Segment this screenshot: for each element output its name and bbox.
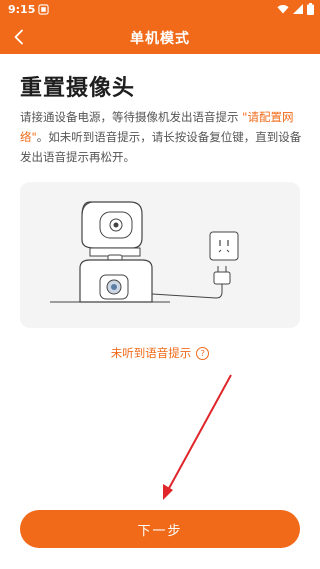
instruction-part-1: 请接通设备电源，等待摄像机发出语音提示 — [20, 110, 243, 124]
section-heading: 重置摄像头 — [20, 76, 136, 101]
status-bar: 9:15 — [0, 0, 320, 20]
app-header: 单机模式 — [0, 20, 320, 54]
battery-icon — [307, 3, 314, 15]
page-title: 单机模式 — [130, 31, 190, 47]
signal-icon — [293, 4, 303, 14]
next-button[interactable]: 下一步 — [20, 510, 300, 548]
camera-illustration-graphic — [50, 201, 239, 303]
camera-reset-illustration — [20, 182, 300, 328]
instruction-part-2: 。如未听到语音提示，请长按设备复位键，直到设备发出语音提示再松开。 — [20, 130, 302, 164]
no-voice-prompt-link[interactable]: 未听到语音提示 ? — [0, 345, 320, 361]
question-circle-icon: ? — [196, 346, 210, 360]
wifi-icon — [277, 5, 289, 14]
notification-icon — [38, 4, 49, 15]
camera-icon — [79, 201, 153, 303]
help-link-label: 未听到语音提示 — [110, 346, 192, 360]
status-time: 9:15 — [8, 3, 36, 16]
power-plug-icon — [151, 266, 231, 299]
instruction-text: 请接通设备电源，等待摄像机发出语音提示 "请配置网络"。如未听到语音提示，请长按… — [20, 107, 306, 167]
power-socket-icon — [209, 231, 239, 261]
status-icons — [277, 3, 314, 15]
